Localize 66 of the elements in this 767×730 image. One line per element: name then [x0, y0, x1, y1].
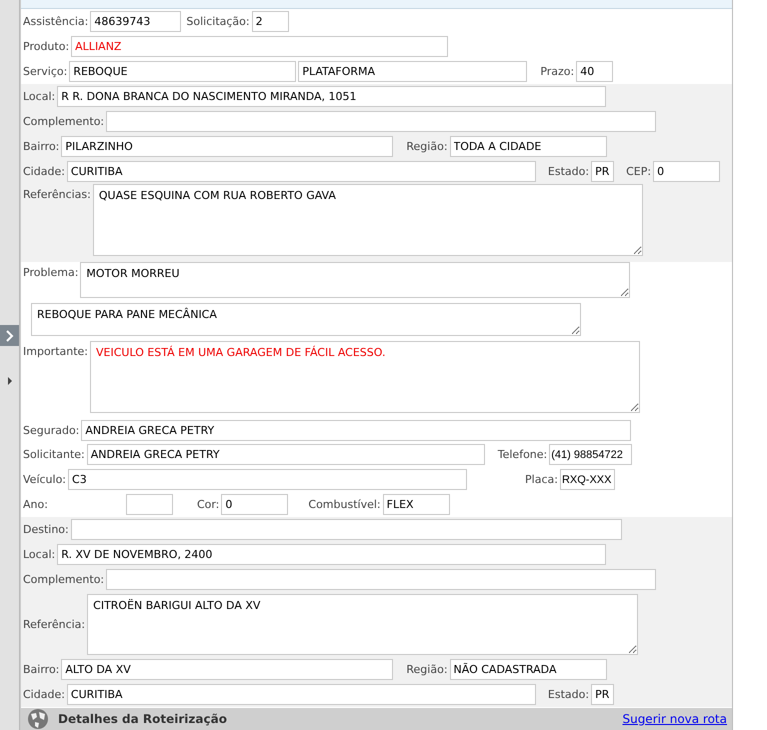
field-label: Estado: — [548, 688, 590, 702]
text-area[interactable]: VEICULO ESTÁ EM UMA GARAGEM DE FÁCIL ACESSO. — [90, 341, 640, 414]
input-field[interactable]: ALLIANZ — [71, 36, 448, 57]
text-area[interactable]: CITROËN BARIGUI ALTO DA XV — [87, 594, 638, 656]
input-field[interactable]: ALTO DA XV — [61, 659, 394, 680]
input-field[interactable]: (41) 98854722 — [549, 444, 632, 466]
field-label: Produto: — [23, 40, 70, 53]
field-label: Ano: — [23, 498, 48, 512]
field-label: Cidade: — [23, 688, 65, 702]
field-label: Segurado: — [23, 424, 80, 437]
input-field[interactable]: TODA A CIDADE — [450, 136, 607, 157]
field-label: CEP: — [626, 164, 652, 178]
field-label: Telefone: — [498, 448, 548, 462]
input-field[interactable]: REBOQUE — [69, 60, 296, 82]
input-field[interactable]: R. XV DE NOVEMBRO, 2400 — [57, 544, 606, 566]
expand-button[interactable] — [0, 325, 19, 346]
field-label: Importante: — [23, 344, 88, 358]
text-area[interactable]: QUASE ESQUINA COM RUA ROBERTO GAVA — [92, 184, 643, 256]
section-title: Detalhes da Roteirização — [58, 712, 227, 726]
suggest-route-link[interactable]: Sugerir nova rota — [622, 712, 727, 726]
field-label: Veículo: — [23, 473, 66, 486]
input-field[interactable]: 0 — [653, 160, 720, 182]
input-field[interactable]: R R. DONA BRANCA DO NASCIMENTO MIRANDA, 1051 — [57, 86, 606, 107]
field-label: Combustível: — [308, 498, 381, 512]
input-field[interactable]: CURITIBA — [66, 160, 536, 182]
triangle-icon[interactable] — [7, 377, 13, 385]
field-label: Local: — [23, 90, 56, 103]
field-label: Região: — [406, 663, 448, 676]
input-field[interactable]: PR — [591, 160, 614, 182]
field-label: Estado: — [548, 164, 590, 178]
text-area[interactable]: REBOQUE PARA PANE MECÂNICA — [31, 303, 581, 336]
input-field[interactable]: FLEX — [382, 494, 450, 516]
input-field[interactable]: ANDREIA GRECA PETRY — [81, 420, 632, 441]
input-field[interactable]: PR — [591, 684, 614, 706]
input-field[interactable]: 0 — [221, 494, 288, 516]
input-field[interactable]: 2 — [252, 10, 289, 32]
field-label: Bairro: — [23, 140, 60, 153]
field-label: Local: — [23, 548, 56, 562]
input-field[interactable]: RXQ-XXX — [560, 469, 615, 490]
field-label: Solicitação: — [186, 14, 250, 28]
field-label: Referências: — [23, 186, 91, 201]
input-field[interactable]: ANDREIA GRECA PETRY — [86, 444, 485, 466]
field-label: Problema: — [23, 264, 78, 279]
field-label: Serviço: — [23, 64, 68, 78]
field-label: Destino: — [23, 523, 69, 536]
field-label: Cidade: — [23, 164, 65, 178]
field-label: Placa: — [525, 473, 558, 486]
field-label: Bairro: — [23, 663, 60, 676]
input-field[interactable]: PLATAFORMA — [298, 60, 528, 82]
input-field[interactable]: 48639743 — [90, 10, 182, 32]
field-label: Referência: — [23, 618, 86, 632]
input-field[interactable]: PILARZINHO — [61, 136, 394, 157]
input-field[interactable]: 40 — [576, 60, 614, 82]
field-label: Assistência: — [23, 14, 88, 28]
chevron-icon — [4, 330, 14, 342]
field-label: Solicitante: — [23, 448, 85, 462]
field-label: Prazo: — [540, 64, 574, 78]
input-field[interactable]: NÃO CADASTRADA — [450, 659, 607, 680]
input-field[interactable]: CURITIBA — [66, 684, 536, 706]
field-label: Complemento: — [23, 114, 104, 128]
field-label: Cor: — [196, 498, 220, 512]
text-area[interactable]: MOTOR MORREU — [80, 262, 630, 298]
field-label: Região: — [406, 140, 448, 153]
field-label: Complemento: — [23, 573, 104, 586]
input-field[interactable]: C3 — [68, 469, 468, 490]
globe-icon — [26, 708, 50, 730]
